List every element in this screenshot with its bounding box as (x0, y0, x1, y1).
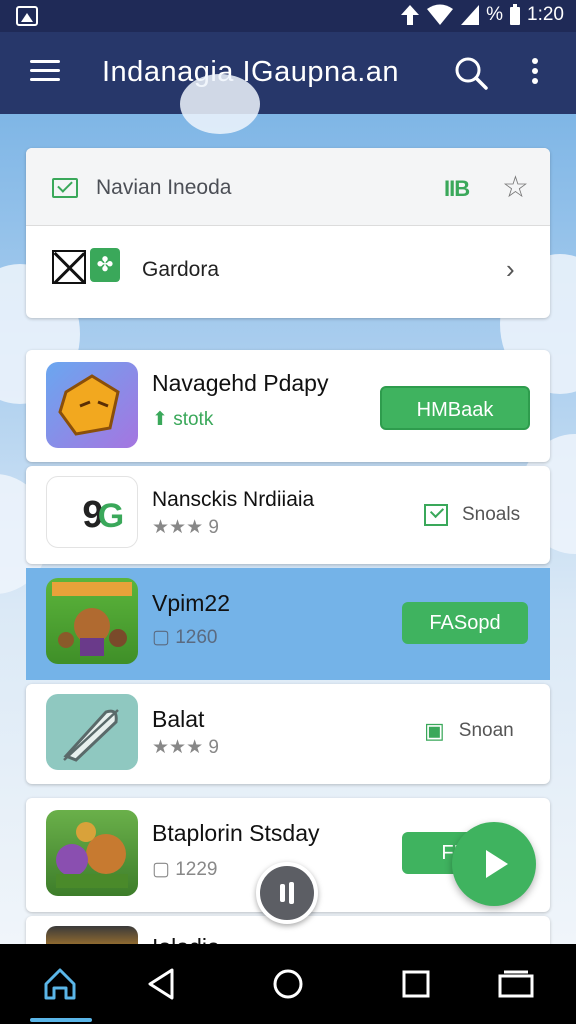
square-recents-icon[interactable] (396, 964, 436, 1004)
home-underline (30, 1018, 92, 1022)
briefcase-icon: ▣ (424, 718, 445, 743)
category-row-label: Gardora (142, 258, 220, 281)
leaf-icon: ✤ (90, 248, 120, 282)
app-name: Balat (152, 706, 205, 732)
signal-icon (461, 5, 480, 25)
app-bar: Indanagia IGaupna.an (0, 32, 576, 114)
app-thumbnail (46, 694, 138, 770)
app-name: Nansckis Nrdiiaia (152, 488, 315, 511)
image-icon (16, 6, 38, 26)
app-rating: ★★★ 9 (152, 737, 219, 758)
svg-text:G: G (98, 497, 124, 535)
save-button[interactable]: Snoals (424, 504, 520, 526)
app-meta: ⬆ stotk (152, 409, 214, 430)
x-box-icon (52, 250, 86, 284)
home-icon[interactable] (30, 964, 92, 1022)
star-icon[interactable]: ☆ (502, 170, 529, 205)
app-list-item[interactable]: 9G Nansckis Nrdiiaia ★★★ 9 Snoals (26, 466, 550, 564)
navigation-bar (0, 944, 576, 1024)
app-meta: ▢ 1260 (152, 627, 218, 648)
file-icon: ▢ (152, 627, 176, 648)
app-name: Navagehd Pdapy (152, 370, 329, 396)
checkbox-icon (424, 504, 448, 526)
mail-check-icon (52, 178, 78, 198)
app-list-item-selected[interactable]: Vpim22 ▢ 1260 FASopd (26, 568, 550, 680)
circle-home-icon[interactable] (268, 964, 308, 1004)
app-meta: ▢ 1229 (152, 859, 218, 880)
back-icon[interactable] (142, 964, 182, 1004)
install-button[interactable]: FASopd (402, 602, 528, 644)
app-name: Vpim22 (152, 590, 230, 616)
multiwindow-icon[interactable] (496, 964, 536, 1004)
clock: 1:20 (527, 4, 564, 25)
header-action-label[interactable]: IIB (444, 176, 470, 202)
pause-button[interactable] (256, 862, 318, 924)
file-icon: ▢ (152, 859, 176, 880)
menu-icon[interactable] (30, 60, 60, 84)
app-thumbnail (46, 810, 138, 896)
data-up-arrow-icon (401, 5, 420, 25)
app-thumbnail (46, 578, 138, 664)
category-row[interactable]: ✤ Gardora › (26, 226, 550, 318)
category-card: Navian Ineoda IIB ☆ ✤ Gardora › (26, 148, 550, 318)
open-button[interactable]: ▣ Snoan (424, 718, 514, 744)
category-header[interactable]: Navian Ineoda IIB ☆ (26, 148, 550, 226)
status-bar: % 1:20 (0, 0, 576, 32)
app-rating: ★★★ 9 (152, 517, 219, 538)
chevron-right-icon: › (506, 254, 515, 284)
status-right: % 1:20 (400, 4, 564, 26)
play-fab-button[interactable] (452, 822, 536, 906)
wifi-icon (427, 4, 454, 25)
app-name: Btaplorin Stsday (152, 820, 320, 846)
app-list-item[interactable]: Navagehd Pdapy ⬆ stotk HMBaak (26, 350, 550, 462)
more-vert-icon[interactable] (528, 58, 542, 88)
battery-icon (510, 4, 521, 25)
app-thumbnail (46, 362, 138, 448)
battery-label: % (486, 4, 504, 25)
app-list-item[interactable]: Balat ★★★ 9 ▣ Snoan (26, 684, 550, 784)
install-button[interactable]: HMBaak (380, 386, 530, 430)
category-logo: ✤ (48, 242, 124, 302)
download-icon: ⬆ (152, 409, 174, 430)
app-thumbnail: 9G (46, 476, 138, 548)
category-header-label: Navian Ineoda (96, 176, 232, 199)
search-icon[interactable] (454, 56, 488, 90)
